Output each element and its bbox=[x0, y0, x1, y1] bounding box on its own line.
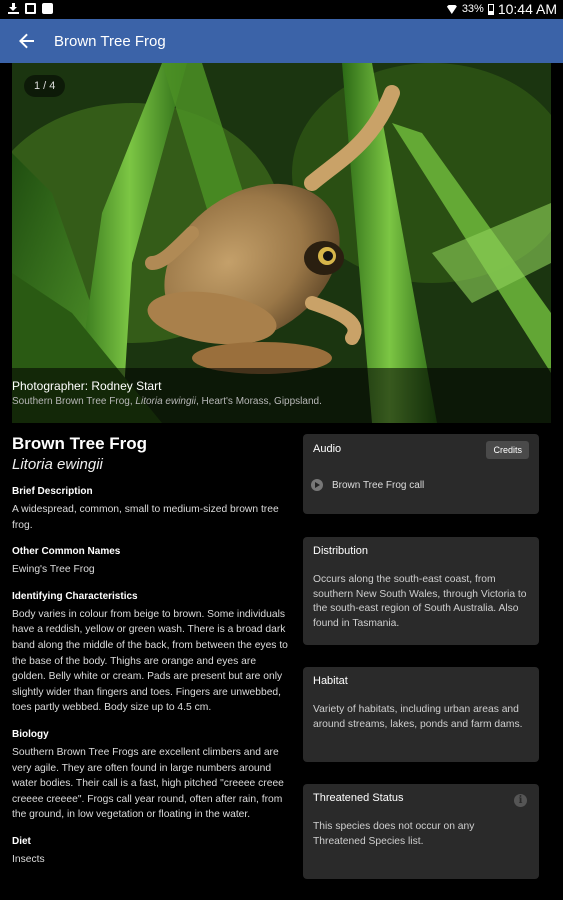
audio-track-label: Brown Tree Frog call bbox=[332, 479, 425, 491]
notification-icons bbox=[8, 3, 53, 14]
battery-percent: 33% bbox=[461, 3, 484, 15]
biology-text: Southern Brown Tree Frogs are excellent … bbox=[12, 746, 284, 821]
info-icon[interactable]: i bbox=[514, 794, 527, 807]
clock: 10:44 AM bbox=[497, 1, 557, 17]
audio-track[interactable]: Brown Tree Frog call bbox=[311, 479, 424, 491]
credits-button[interactable]: Credits bbox=[486, 441, 529, 459]
image-icon bbox=[25, 3, 36, 14]
distribution-card: Distribution Occurs along the south-east… bbox=[303, 537, 539, 645]
identifying-heading: Identifying Characteristics bbox=[12, 590, 138, 602]
image-counter: 1 / 4 bbox=[24, 75, 66, 97]
threatened-status-card: Threatened Status i This species does no… bbox=[303, 784, 539, 879]
other-names-heading: Other Common Names bbox=[12, 546, 121, 558]
download-icon bbox=[8, 3, 19, 14]
species-details: Brown Tree Frog Litoria ewingii Brief De… bbox=[12, 434, 292, 868]
play-icon[interactable] bbox=[311, 479, 323, 491]
caption-species: Litoria ewingii bbox=[135, 396, 196, 407]
threatened-status-text: This species does not occur on any Threa… bbox=[313, 821, 475, 847]
other-names-text: Ewing's Tree Frog bbox=[12, 564, 95, 576]
page-title: Brown Tree Frog bbox=[54, 32, 166, 50]
diet-heading: Diet bbox=[12, 835, 31, 847]
system-icons: 33% 10:44 AM bbox=[445, 1, 557, 17]
status-bar: 33% 10:44 AM bbox=[0, 0, 563, 19]
battery-icon bbox=[487, 3, 494, 15]
photo-description: Southern Brown Tree Frog, Litoria ewingi… bbox=[12, 396, 551, 407]
audio-card: Audio Credits Brown Tree Frog call bbox=[303, 434, 539, 514]
diet-text: Insects bbox=[12, 853, 45, 865]
caption-prefix: Southern Brown Tree Frog, bbox=[12, 396, 136, 407]
photo-caption: Photographer: Rodney Start Southern Brow… bbox=[12, 368, 551, 423]
app-bar: Brown Tree Frog bbox=[0, 19, 563, 63]
identifying-text: Body varies in colour from beige to brow… bbox=[12, 608, 288, 714]
threatened-status-heading: Threatened Status bbox=[313, 792, 404, 804]
species-common-name: Brown Tree Frog bbox=[12, 434, 148, 453]
habitat-text: Variety of habitats, including urban are… bbox=[313, 704, 523, 730]
species-scientific-name: Litoria ewingii bbox=[12, 456, 103, 473]
caption-suffix: , Heart's Morass, Gippsland. bbox=[196, 396, 322, 407]
brief-description-heading: Brief Description bbox=[12, 486, 93, 497]
biology-heading: Biology bbox=[12, 728, 49, 740]
photos-icon bbox=[42, 3, 53, 14]
distribution-text: Occurs along the south-east coast, from … bbox=[313, 574, 527, 629]
photo-gallery[interactable]: 1 / 4 Photographer: Rodney Start Souther… bbox=[12, 63, 551, 423]
audio-heading: Audio bbox=[313, 443, 342, 455]
back-arrow-icon[interactable] bbox=[0, 19, 54, 63]
habitat-card: Habitat Variety of habitats, including u… bbox=[303, 667, 539, 762]
habitat-heading: Habitat bbox=[313, 675, 348, 687]
wifi-icon bbox=[445, 5, 458, 14]
distribution-heading: Distribution bbox=[313, 545, 369, 557]
brief-description-text: A widespread, common, small to medium-si… bbox=[12, 504, 279, 531]
photographer-credit: Photographer: Rodney Start bbox=[12, 379, 162, 393]
